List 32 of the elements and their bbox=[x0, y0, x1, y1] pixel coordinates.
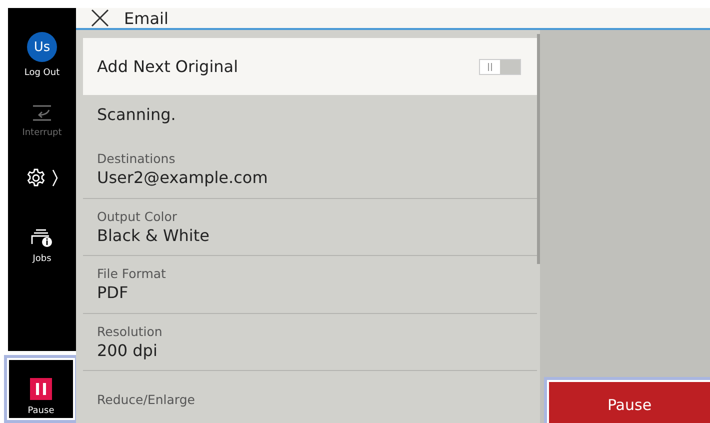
log-out-button[interactable]: Us Log Out bbox=[24, 32, 60, 78]
setting-label: Destinations bbox=[97, 151, 176, 166]
pause-sidebar-button[interactable]: Pause bbox=[9, 360, 73, 418]
setting-row[interactable]: Resolution 200 dpi bbox=[83, 314, 537, 371]
setting-row[interactable]: File Format PDF bbox=[83, 256, 537, 314]
screen-title: Email bbox=[124, 8, 168, 28]
pause-label: Pause bbox=[28, 406, 54, 416]
pause-button[interactable]: Pause bbox=[549, 382, 710, 423]
status-text: Scanning. bbox=[96, 104, 177, 126]
setting-value: User2@example.com bbox=[97, 168, 269, 188]
settings-icon bbox=[26, 168, 46, 188]
jobs-icon bbox=[31, 228, 53, 248]
interrupt-icon bbox=[31, 104, 53, 122]
pause-icon bbox=[30, 378, 52, 400]
settings-button[interactable] bbox=[26, 168, 58, 188]
setting-label: Reduce/Enlarge bbox=[97, 392, 196, 407]
setting-value: PDF bbox=[97, 283, 130, 302]
close-button[interactable] bbox=[90, 8, 110, 28]
setting-value: 200 dpi bbox=[97, 340, 158, 360]
log-out-label: Log Out bbox=[24, 68, 60, 78]
jobs-label: Jobs bbox=[32, 254, 52, 264]
interrupt-label: Interrupt bbox=[22, 128, 62, 138]
setting-label: File Format bbox=[97, 266, 167, 282]
setting-value: Black & White bbox=[97, 226, 210, 245]
jobs-button[interactable]: Jobs bbox=[31, 228, 53, 264]
chevron-right-icon bbox=[52, 169, 58, 187]
toggle-switch[interactable] bbox=[479, 58, 521, 74]
user-avatar: Us bbox=[26, 32, 57, 62]
add-next-original-label: Add Next Original bbox=[97, 57, 238, 76]
setting-label: Output Color bbox=[97, 208, 178, 224]
setting-label: Resolution bbox=[97, 324, 164, 339]
setting-row[interactable]: Reduce/Enlarge bbox=[83, 371, 537, 423]
